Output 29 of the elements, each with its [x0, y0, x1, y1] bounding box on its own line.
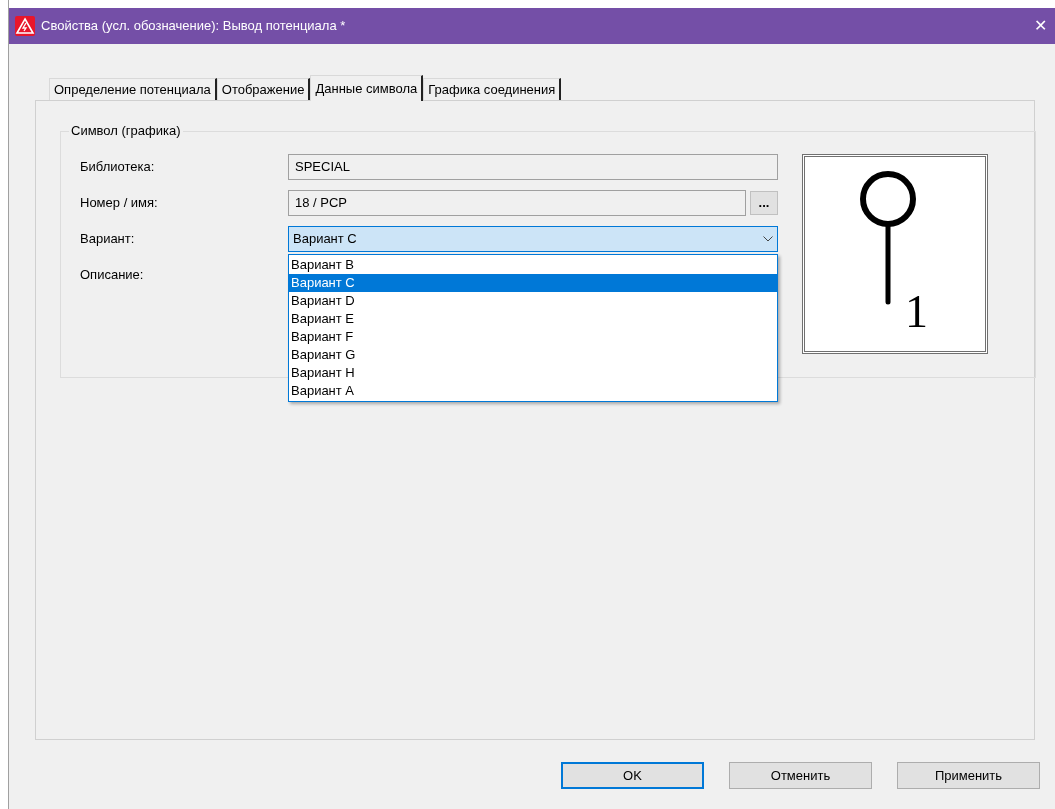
field-label: Вариант: [80, 230, 136, 249]
group-title: Символ (графика) [69, 123, 183, 139]
input-field[interactable]: SPECIAL [288, 154, 778, 180]
dialog-button[interactable]: Отменить [729, 762, 872, 789]
tab[interactable]: Определение потенциала [49, 78, 217, 100]
dropdown-option[interactable]: Вариант G [289, 346, 777, 364]
field-label: Библиотека: [80, 158, 156, 177]
dropdown-option[interactable]: Вариант A [289, 382, 777, 400]
window-title: Свойства (усл. обозначение): Вывод потенциала * [41, 17, 347, 36]
dialog-button[interactable]: OK [561, 762, 704, 789]
dropdown-option[interactable]: Вариант B [289, 256, 777, 274]
browse-button[interactable]: ... [750, 191, 778, 215]
warning-icon [15, 16, 35, 36]
dropdown-option[interactable]: Вариант D [289, 292, 777, 310]
dropdown-option[interactable]: Вариант C [289, 274, 777, 292]
field-label: Описание: [80, 266, 145, 285]
input-field[interactable]: 18 / PCP [288, 190, 746, 216]
tab[interactable]: Данные символа [310, 75, 424, 101]
dropdown-option[interactable]: Вариант E [289, 310, 777, 328]
dialog-button[interactable]: Применить [897, 762, 1040, 789]
tab[interactable]: Отображение [216, 78, 311, 100]
variant-dropdown[interactable]: Вариант C [288, 226, 778, 252]
chevron-down-icon [763, 236, 773, 242]
tab[interactable]: Графика соединения [423, 78, 562, 100]
close-button[interactable]: ✕ [1030, 14, 1051, 38]
dropdown-option[interactable]: Вариант F [289, 328, 777, 346]
dropdown-option[interactable]: Вариант H [289, 364, 777, 382]
field-label: Номер / имя: [80, 194, 159, 213]
pin-number: 1 [905, 287, 928, 337]
